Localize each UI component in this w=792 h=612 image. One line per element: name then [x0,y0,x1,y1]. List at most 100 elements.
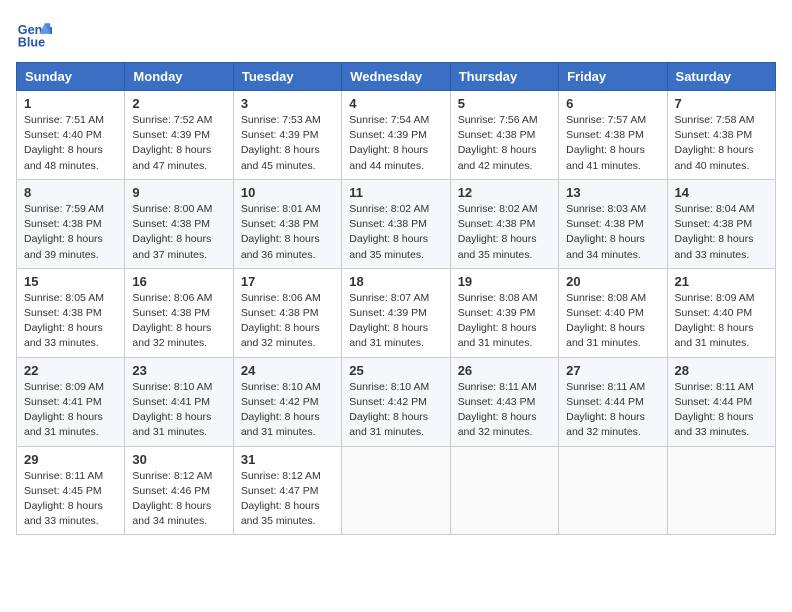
cell-text: Sunrise: 7:56 AMSunset: 4:38 PMDaylight:… [458,113,551,174]
calendar-day-cell: 17 Sunrise: 8:06 AMSunset: 4:38 PMDayligh… [233,268,341,357]
day-number: 6 [566,96,659,111]
calendar-day-cell: 5 Sunrise: 7:56 AMSunset: 4:38 PMDaylight… [450,91,558,180]
cell-text: Sunrise: 8:06 AMSunset: 4:38 PMDaylight:… [241,291,334,352]
day-number: 25 [349,363,442,378]
day-number: 8 [24,185,117,200]
calendar-day-cell: 16 Sunrise: 8:06 AMSunset: 4:38 PMDayligh… [125,268,233,357]
cell-text: Sunrise: 8:11 AMSunset: 4:43 PMDaylight:… [458,380,551,441]
day-number: 14 [675,185,768,200]
day-number: 16 [132,274,225,289]
cell-text: Sunrise: 8:09 AMSunset: 4:40 PMDaylight:… [675,291,768,352]
day-number: 5 [458,96,551,111]
cell-text: Sunrise: 8:03 AMSunset: 4:38 PMDaylight:… [566,202,659,263]
cell-text: Sunrise: 8:12 AMSunset: 4:47 PMDaylight:… [241,469,334,530]
cell-text: Sunrise: 8:02 AMSunset: 4:38 PMDaylight:… [458,202,551,263]
cell-text: Sunrise: 7:54 AMSunset: 4:39 PMDaylight:… [349,113,442,174]
day-number: 19 [458,274,551,289]
day-number: 10 [241,185,334,200]
calendar-week-row: 15 Sunrise: 8:05 AMSunset: 4:38 PMDayligh… [17,268,776,357]
cell-text: Sunrise: 8:09 AMSunset: 4:41 PMDaylight:… [24,380,117,441]
calendar-day-cell: 6 Sunrise: 7:57 AMSunset: 4:38 PMDaylight… [559,91,667,180]
day-number: 9 [132,185,225,200]
calendar-week-row: 29Sunrise: 8:11 AMSunset: 4:45 PMDayligh… [17,446,776,535]
cell-text: Sunrise: 7:52 AMSunset: 4:39 PMDaylight:… [132,113,225,174]
weekday-header-cell: Sunday [17,63,125,91]
day-number: 22 [24,363,117,378]
day-number: 1 [24,96,117,111]
day-number: 28 [675,363,768,378]
calendar-table: SundayMondayTuesdayWednesdayThursdayFrid… [16,62,776,535]
svg-text:Blue: Blue [18,36,45,50]
logo-icon: General Blue [16,16,52,52]
day-number: 21 [675,274,768,289]
calendar-day-cell [559,446,667,535]
logo: General Blue [16,16,56,52]
cell-text: Sunrise: 7:53 AMSunset: 4:39 PMDaylight:… [241,113,334,174]
cell-text: Sunrise: 8:02 AMSunset: 4:38 PMDaylight:… [349,202,442,263]
calendar-day-cell: 14 Sunrise: 8:04 AMSunset: 4:38 PMDayligh… [667,179,775,268]
day-number: 11 [349,185,442,200]
cell-text: Sunrise: 8:12 AMSunset: 4:46 PMDaylight:… [132,469,225,530]
calendar-day-cell: 12 Sunrise: 8:02 AMSunset: 4:38 PMDayligh… [450,179,558,268]
calendar-day-cell [667,446,775,535]
cell-text: Sunrise: 8:01 AMSunset: 4:38 PMDaylight:… [241,202,334,263]
calendar-day-cell: 2 Sunrise: 7:52 AMSunset: 4:39 PMDaylight… [125,91,233,180]
cell-text: Sunrise: 8:11 AMSunset: 4:45 PMDaylight:… [24,469,117,530]
cell-text: Sunrise: 7:51 AMSunset: 4:40 PMDaylight:… [24,113,117,174]
day-number: 17 [241,274,334,289]
day-number: 2 [132,96,225,111]
day-number: 12 [458,185,551,200]
day-number: 24 [241,363,334,378]
calendar-day-cell: 3 Sunrise: 7:53 AMSunset: 4:39 PMDaylight… [233,91,341,180]
calendar-day-cell: 24 Sunrise: 8:10 AMSunset: 4:42 PMDayligh… [233,357,341,446]
calendar-day-cell: 21 Sunrise: 8:09 AMSunset: 4:40 PMDayligh… [667,268,775,357]
cell-text: Sunrise: 8:11 AMSunset: 4:44 PMDaylight:… [675,380,768,441]
cell-text: Sunrise: 8:10 AMSunset: 4:42 PMDaylight:… [241,380,334,441]
calendar-day-cell: 8 Sunrise: 7:59 AMSunset: 4:38 PMDaylight… [17,179,125,268]
cell-text: Sunrise: 8:10 AMSunset: 4:42 PMDaylight:… [349,380,442,441]
day-number: 20 [566,274,659,289]
cell-text: Sunrise: 8:06 AMSunset: 4:38 PMDaylight:… [132,291,225,352]
weekday-header-cell: Monday [125,63,233,91]
calendar-day-cell: 25 Sunrise: 8:10 AMSunset: 4:42 PMDayligh… [342,357,450,446]
calendar-day-cell: 22 Sunrise: 8:09 AMSunset: 4:41 PMDayligh… [17,357,125,446]
day-number: 31 [241,452,334,467]
calendar-day-cell: 1 Sunrise: 7:51 AMSunset: 4:40 PMDaylight… [17,91,125,180]
day-number: 13 [566,185,659,200]
cell-text: Sunrise: 8:10 AMSunset: 4:41 PMDaylight:… [132,380,225,441]
cell-text: Sunrise: 7:57 AMSunset: 4:38 PMDaylight:… [566,113,659,174]
calendar-day-cell: 10 Sunrise: 8:01 AMSunset: 4:38 PMDayligh… [233,179,341,268]
weekday-header-cell: Thursday [450,63,558,91]
day-number: 15 [24,274,117,289]
day-number: 4 [349,96,442,111]
weekday-header-cell: Wednesday [342,63,450,91]
cell-text: Sunrise: 7:58 AMSunset: 4:38 PMDaylight:… [675,113,768,174]
weekday-header-cell: Saturday [667,63,775,91]
cell-text: Sunrise: 8:07 AMSunset: 4:39 PMDaylight:… [349,291,442,352]
calendar-day-cell: 13 Sunrise: 8:03 AMSunset: 4:38 PMDayligh… [559,179,667,268]
calendar-week-row: 8 Sunrise: 7:59 AMSunset: 4:38 PMDaylight… [17,179,776,268]
day-number: 23 [132,363,225,378]
calendar-week-row: 1 Sunrise: 7:51 AMSunset: 4:40 PMDaylight… [17,91,776,180]
cell-text: Sunrise: 8:00 AMSunset: 4:38 PMDaylight:… [132,202,225,263]
weekday-header-cell: Tuesday [233,63,341,91]
calendar-day-cell: 15 Sunrise: 8:05 AMSunset: 4:38 PMDayligh… [17,268,125,357]
calendar-day-cell: 23 Sunrise: 8:10 AMSunset: 4:41 PMDayligh… [125,357,233,446]
weekday-header-row: SundayMondayTuesdayWednesdayThursdayFrid… [17,63,776,91]
cell-text: Sunrise: 8:05 AMSunset: 4:38 PMDaylight:… [24,291,117,352]
day-number: 3 [241,96,334,111]
calendar-day-cell: 28 Sunrise: 8:11 AMSunset: 4:44 PMDayligh… [667,357,775,446]
calendar-day-cell: 19 Sunrise: 8:08 AMSunset: 4:39 PMDayligh… [450,268,558,357]
calendar-day-cell: 30 Sunrise: 8:12 AMSunset: 4:46 PMDayligh… [125,446,233,535]
cell-text: Sunrise: 7:59 AMSunset: 4:38 PMDaylight:… [24,202,117,263]
cell-text: Sunrise: 8:04 AMSunset: 4:38 PMDaylight:… [675,202,768,263]
calendar-day-cell: 9 Sunrise: 8:00 AMSunset: 4:38 PMDaylight… [125,179,233,268]
calendar-day-cell: 29Sunrise: 8:11 AMSunset: 4:45 PMDayligh… [17,446,125,535]
day-number: 7 [675,96,768,111]
calendar-week-row: 22 Sunrise: 8:09 AMSunset: 4:41 PMDayligh… [17,357,776,446]
calendar-day-cell: 31 Sunrise: 8:12 AMSunset: 4:47 PMDayligh… [233,446,341,535]
cell-text: Sunrise: 8:08 AMSunset: 4:39 PMDaylight:… [458,291,551,352]
day-number: 30 [132,452,225,467]
day-number: 26 [458,363,551,378]
calendar-day-cell [342,446,450,535]
